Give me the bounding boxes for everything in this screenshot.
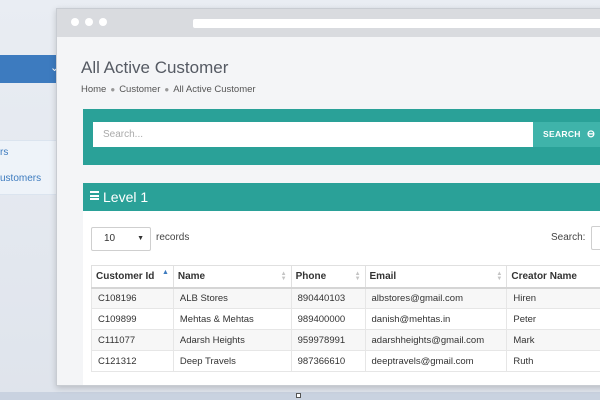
table-row[interactable]: C109899 Mehtas & Mehtas 989400000 danish… [91, 308, 600, 330]
table-search-label: Search: [551, 232, 586, 243]
column-header-phone[interactable]: Phone ▲ ▼ [290, 265, 366, 289]
cell-customer-id: C108196 [91, 287, 174, 309]
sort-icon: ▲ ▼ [354, 271, 361, 282]
table-header-row: Customer Id ▲ Name ▲ ▼ Phone ▲ ▼ Email ▲ ▼ Crea… [91, 265, 600, 289]
cell-phone: 989400000 [290, 308, 366, 330]
cell-email: deeptravels@gmail.com [364, 350, 508, 372]
window-maximize-icon[interactable] [99, 18, 107, 26]
page-length-value: 10 [104, 233, 116, 244]
browser-window: All Active Customer Home ● Customer ● All Ac… [56, 8, 600, 386]
search-button[interactable]: SEARCH ⊖ [533, 122, 600, 147]
list-icon [90, 191, 99, 200]
arrow-circle-icon: ⊖ [586, 129, 596, 140]
column-label: Customer Id [96, 270, 155, 282]
cell-creator-name: Mark [506, 329, 600, 351]
breadcrumb-separator-icon: ● [164, 85, 170, 94]
column-label: Email [369, 270, 397, 282]
cell-customer-id: C121312 [91, 350, 174, 372]
window-close-icon[interactable] [71, 18, 79, 26]
table-row[interactable]: C121312 Deep Travels 987366610 deeptrave… [91, 350, 600, 372]
cell-email: adarshheights@gmail.com [364, 329, 508, 351]
cell-name: Adarsh Heights [172, 329, 292, 351]
panel-title: Level 1 [103, 189, 149, 205]
cell-email: danish@mehtas.in [364, 308, 508, 330]
customer-table: Customer Id ▲ Name ▲ ▼ Phone ▲ ▼ Email ▲ ▼ Crea… [91, 265, 600, 372]
breadcrumb-home[interactable]: Home [81, 84, 106, 95]
cell-phone: 987366610 [290, 350, 366, 372]
cell-phone: 959978991 [290, 329, 366, 351]
table-panel: Level 1 10 ▼ records Search: Customer Id… [83, 183, 600, 385]
cell-creator-name: Ruth [506, 350, 600, 372]
search-panel: Search... SEARCH ⊖ [83, 109, 600, 165]
table-search-input[interactable] [591, 226, 600, 250]
cell-name: Deep Travels [172, 350, 292, 372]
caret-down-icon: ▼ [137, 235, 144, 242]
cell-customer-id: C109899 [91, 308, 174, 330]
sort-icon: ▲ ▼ [280, 271, 287, 282]
breadcrumb-separator-icon: ● [110, 85, 116, 94]
breadcrumb-current: All Active Customer [173, 84, 256, 95]
column-header-email[interactable]: Email ▲ ▼ [364, 265, 508, 289]
table-row[interactable]: C108196 ALB Stores 890440103 albstores@g… [91, 287, 600, 309]
sort-asc-icon: ▲ [161, 269, 169, 276]
column-label: Creator Name [511, 270, 577, 282]
breadcrumb: Home ● Customer ● All Active Customer [81, 84, 256, 95]
breadcrumb-customer[interactable]: Customer [119, 84, 160, 95]
cell-phone: 890440103 [290, 287, 366, 309]
search-input[interactable]: Search... [93, 122, 533, 147]
records-label: records [156, 232, 190, 243]
column-header-name[interactable]: Name ▲ ▼ [172, 265, 292, 289]
cell-creator-name: Peter [506, 308, 600, 330]
table-row[interactable]: C111077 Adarsh Heights 959978991 adarshh… [91, 329, 600, 351]
window-minimize-icon[interactable] [85, 18, 93, 26]
cell-name: Mehtas & Mehtas [172, 308, 292, 330]
page-length-select[interactable]: 10 ▼ [91, 227, 151, 251]
panel-header: Level 1 [83, 183, 600, 211]
sort-icon: ▲ ▼ [496, 271, 503, 282]
cell-customer-id: C111077 [91, 329, 174, 351]
search-button-label: SEARCH [543, 129, 581, 139]
column-header-creator-name[interactable]: Creator Name [506, 265, 600, 289]
resize-handle-icon [296, 393, 301, 398]
cell-creator-name: Hiren [506, 287, 600, 309]
window-titlebar [57, 9, 600, 37]
column-label: Phone [295, 270, 327, 282]
address-bar[interactable] [193, 19, 600, 28]
cell-email: albstores@gmail.com [364, 287, 508, 309]
column-header-customer-id[interactable]: Customer Id ▲ [91, 265, 174, 289]
column-label: Name [177, 270, 206, 282]
cell-name: ALB Stores [172, 287, 292, 309]
page-title: All Active Customer [81, 58, 229, 77]
